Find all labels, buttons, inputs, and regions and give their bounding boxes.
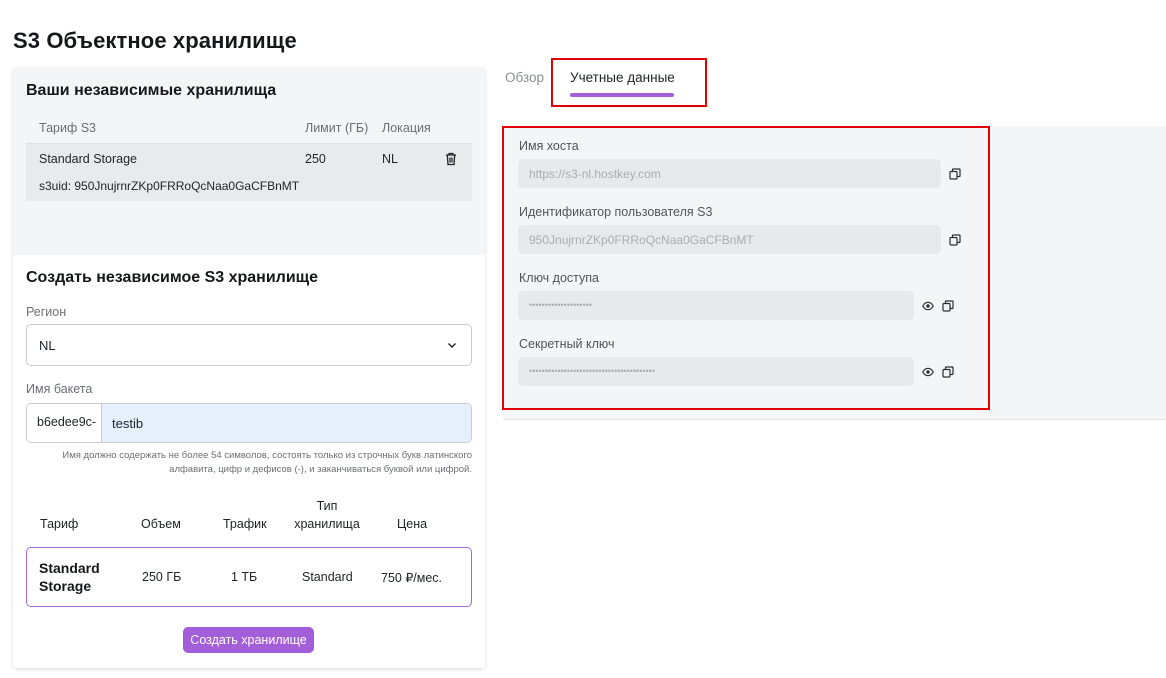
plan-name-line: Standard [39, 560, 100, 576]
create-storage-button[interactable]: Создать хранилище [183, 627, 314, 653]
storages-table-header: Тариф S3 Лимит (ГБ) Локация [26, 114, 472, 144]
col-volume: Объем [141, 517, 181, 531]
plan-name-line: Storage [39, 578, 92, 594]
bucket-hint: Имя должно содержать не более 54 символо… [26, 449, 472, 477]
region-value: NL [39, 338, 56, 353]
bucket-hint-line: Имя должно содержать не более 54 символо… [62, 450, 472, 461]
col-type-line: Тип [316, 499, 338, 513]
col-limit: Лимит (ГБ) [305, 121, 369, 135]
bucket-label: Имя бакета [26, 382, 93, 396]
region-label: Регион [26, 305, 67, 319]
create-storage-panel: Создать независимое S3 хранилище Регион … [13, 255, 485, 668]
plan-traffic: 1 ТБ [231, 570, 258, 584]
plan-table-header: Тариф Объем Трафик Тип хранилища Цена [26, 499, 472, 539]
trash-icon[interactable] [445, 152, 457, 166]
col-price: Цена [397, 517, 428, 531]
col-type: Тип хранилища [292, 499, 362, 531]
bucket-name-field: b6edee9c- [26, 403, 472, 443]
plan-type: Standard [302, 570, 353, 584]
plan-volume: 250 ГБ [142, 570, 182, 584]
row-plan: Standard Storage [39, 152, 137, 166]
plan-name: Standard Storage [39, 559, 100, 595]
bucket-prefix: b6edee9c- [27, 404, 102, 442]
page-title: S3 Объектное хранилище [13, 28, 297, 53]
col-plan: Тариф S3 [39, 121, 97, 135]
row-limit: 250 [305, 152, 326, 166]
col-type-line: хранилища [294, 517, 360, 531]
create-title: Создать независимое S3 хранилище [26, 269, 319, 286]
credentials-highlight-box [502, 126, 990, 410]
chevron-down-icon [448, 343, 456, 348]
col-location: Локация [382, 121, 431, 135]
row-uid: s3uid: 950JnujrnrZKp0FRRoQcNaa0GaCFBnMT [39, 179, 300, 193]
region-select[interactable]: NL [26, 324, 472, 366]
storages-card: Ваши независимые хранилища Тариф S3 Лими… [13, 68, 485, 668]
table-row[interactable]: Standard Storage 250 NL s3uid: 950Jnujrn… [26, 144, 472, 201]
plan-option[interactable]: Standard Storage 250 ГБ 1 ТБ Standard 75… [26, 547, 472, 607]
bucket-hint-line: алфавита, цифр и дефисов (-), и заканчив… [169, 464, 472, 475]
tab-overview[interactable]: Обзор [505, 70, 544, 85]
row-location: NL [382, 152, 398, 166]
bucket-name-input[interactable] [102, 404, 471, 442]
storages-title: Ваши независимые хранилища [26, 82, 277, 99]
plan-price: 750 ₽/мес. [381, 571, 443, 585]
col-tariff: Тариф [40, 517, 79, 531]
col-traffic: Трафик [223, 517, 267, 531]
tab-highlight-box [551, 58, 707, 107]
